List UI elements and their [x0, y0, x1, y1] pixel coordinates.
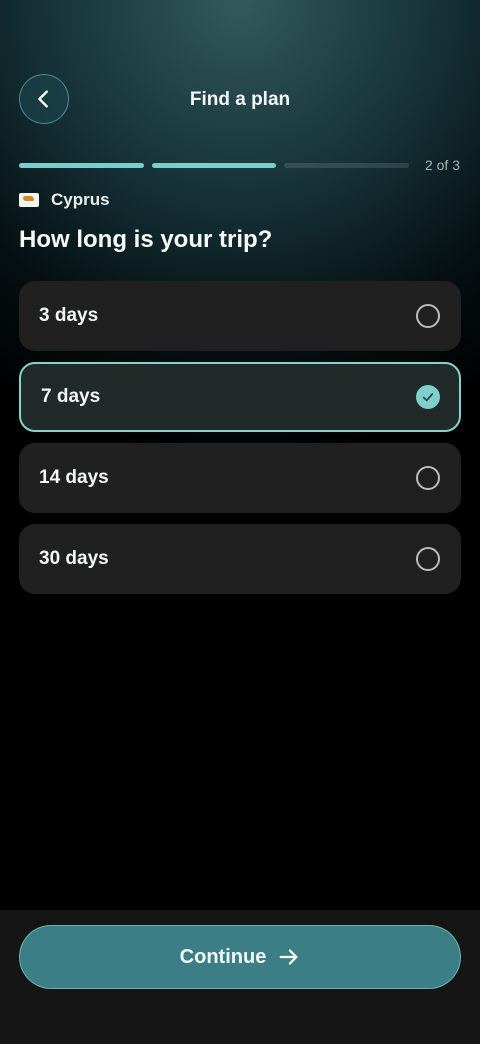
screen: Find a plan 2 of 3 Cyprus How long is yo…	[0, 0, 480, 1044]
progress-segment-2	[151, 163, 277, 168]
question-heading: How long is your trip?	[19, 226, 273, 253]
option-30-days[interactable]: 30 days	[19, 524, 461, 594]
selected-country: Cyprus	[19, 190, 110, 210]
option-7-days[interactable]: 7 days	[19, 362, 461, 432]
option-label: 3 days	[39, 305, 99, 326]
progress-bar	[19, 163, 410, 168]
option-label: 14 days	[39, 467, 109, 488]
progress-segment-1	[19, 163, 144, 168]
option-label: 7 days	[41, 386, 101, 407]
radio-unchecked-icon[interactable]	[416, 466, 440, 490]
checkmark-icon[interactable]	[416, 385, 440, 409]
radio-unchecked-icon[interactable]	[416, 304, 440, 328]
continue-label: Continue	[179, 945, 267, 968]
radio-unchecked-icon[interactable]	[416, 547, 440, 571]
country-name: Cyprus	[51, 190, 110, 209]
duration-options: 3 days 7 days 14 days 30 days	[19, 281, 461, 605]
cyprus-flag-icon	[19, 193, 39, 207]
option-14-days[interactable]: 14 days	[19, 443, 461, 513]
step-indicator: 2 of 3	[424, 157, 460, 173]
bottom-bar: Continue	[0, 910, 480, 1044]
arrow-right-icon	[279, 949, 298, 965]
option-3-days[interactable]: 3 days	[19, 281, 461, 351]
continue-button[interactable]: Continue	[19, 925, 461, 989]
header: Find a plan	[19, 74, 461, 128]
option-label: 30 days	[39, 548, 109, 569]
progress-segment-3	[284, 163, 410, 168]
page-title: Find a plan	[189, 89, 291, 110]
